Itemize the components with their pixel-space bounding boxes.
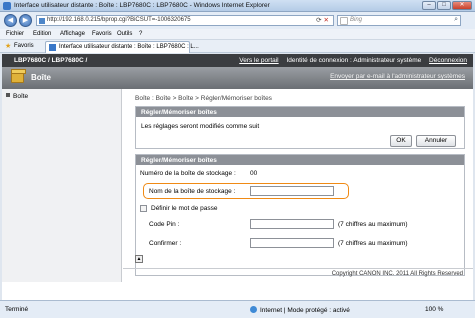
confirm-panel: Régler/Mémoriser boîtes Les réglages ser… (135, 106, 465, 149)
email-admin-link[interactable]: Envoyer par e-mail à l'administrateur sy… (330, 73, 465, 80)
portal-link[interactable]: Vers le portail (239, 57, 278, 64)
set-password-label: Définir le mot de passe (151, 205, 218, 212)
box-settings-panel: Régler/Mémoriser boîtes Numéro de la boî… (135, 154, 465, 276)
zoom-level[interactable]: 100 % (425, 306, 443, 313)
address-toolbar: ◀ ▶ http://192.168.0.215/bprop.cgi?BiCSU… (0, 12, 475, 29)
favorites-bar: ★ Favoris Interface utilisateur distante… (0, 40, 475, 53)
menu-fichier[interactable]: Fichier (6, 31, 24, 37)
login-info: Identité de connexion : Administrateur s… (286, 57, 422, 64)
pin-label: Code Pin : (149, 221, 180, 228)
logout-link[interactable]: Déconnexion (429, 57, 467, 64)
main-area: Boîte : Boîte > Boîte > Régler/Mémoriser… (123, 89, 473, 282)
status-bar: Terminé Internet | Mode protégé : activé… (0, 300, 475, 318)
bing-icon (340, 17, 348, 25)
status-text: Terminé (5, 306, 29, 313)
printer-model: LBP7680C / LBP7680C / (14, 57, 88, 64)
confirm-pin-field[interactable] (250, 238, 334, 248)
menu-affichage[interactable]: Affichage (60, 31, 85, 37)
page-title: Boîte (31, 73, 51, 82)
favorites-star-icon[interactable]: ★ (5, 42, 11, 50)
pin-field[interactable] (250, 219, 334, 229)
search-icon[interactable]: ⌕ (454, 16, 458, 24)
confirm-panel-title: Régler/Mémoriser boîtes (136, 107, 464, 117)
url-text: http://192.168.0.215/bprop.cgi?BiCSUT=-1… (47, 17, 191, 23)
menu-outils[interactable]: Outils (117, 31, 132, 37)
back-button[interactable]: ◀ (4, 14, 17, 27)
globe-icon (250, 306, 257, 313)
refresh-icon[interactable]: ⟳ (316, 17, 323, 24)
sidebar: Boîte (2, 89, 122, 282)
security-zone: Internet | Mode protégé : activé (250, 306, 350, 314)
ie-icon (3, 2, 11, 10)
pin-hint: (7 chiffres au maximum) (338, 221, 408, 228)
sidebar-item-boite[interactable]: Boîte (6, 93, 28, 100)
window-controls: – □ ✕ (422, 1, 472, 10)
sidebar-item-label: Boîte (13, 93, 29, 100)
copyright: Copyright CANON INC. 2011 All Rights Res… (331, 271, 463, 277)
stop-icon[interactable]: ✕ (324, 17, 331, 24)
set-password-checkbox[interactable] (140, 205, 147, 212)
confirm-message: Les réglages seront modifiés comme suit (141, 123, 260, 130)
box-number-value: 00 (250, 170, 258, 177)
breadcrumb: Boîte : Boîte > Boîte > Régler/Mémoriser… (135, 95, 272, 102)
tab-title: Interface utilisateur distante : Boîte :… (59, 44, 199, 50)
search-placeholder: Bing (350, 17, 363, 23)
menu-help[interactable]: ? (139, 31, 142, 37)
printer-bar: LBP7680C / LBP7680C / Vers le portail Id… (2, 54, 473, 67)
url-actions: ⟳✕ (316, 16, 331, 24)
close-button[interactable]: ✕ (452, 1, 472, 10)
window-title: Interface utilisateur distante : Boîte :… (14, 2, 270, 9)
box-name-label: Nom de la boîte de stockage : (149, 188, 236, 195)
box-settings-title: Régler/Mémoriser boîtes (136, 155, 464, 165)
back-to-top-button[interactable]: ▲ (135, 255, 143, 263)
printer-bar-links: Vers le portail Identité de connexion : … (233, 57, 467, 64)
box-icon (11, 69, 26, 83)
search-input[interactable]: Bing ⌕ (337, 15, 461, 26)
menu-favoris[interactable]: Favoris (92, 31, 112, 37)
page-icon (39, 18, 45, 24)
tab-page-icon (49, 44, 56, 51)
footer-divider (123, 268, 473, 269)
url-field[interactable]: http://192.168.0.215/bprop.cgi?BiCSUT=-1… (36, 15, 334, 26)
confirm-pin-hint: (7 chiffres au maximum) (338, 240, 408, 247)
menu-edition[interactable]: Edition (33, 31, 51, 37)
ok-button[interactable]: OK (390, 135, 412, 147)
bullet-icon (6, 93, 10, 97)
confirm-pin-label: Confirmer : (149, 240, 182, 247)
maximize-button[interactable]: □ (437, 1, 451, 10)
zone-text: Internet | Mode protégé : activé (260, 307, 350, 314)
window-titlebar: Interface utilisateur distante : Boîte :… (0, 0, 475, 12)
cancel-button[interactable]: Annuler (416, 135, 456, 147)
box-name-field[interactable] (250, 186, 334, 196)
box-number-label: Numéro de la boîte de stockage : (140, 170, 236, 177)
forward-button[interactable]: ▶ (19, 14, 32, 27)
favorites-button[interactable]: Favoris (14, 43, 34, 49)
minimize-button[interactable]: – (422, 1, 436, 10)
browser-tab[interactable]: Interface utilisateur distante : Boîte :… (45, 41, 199, 53)
page-content: LBP7680C / LBP7680C / Vers le portail Id… (2, 54, 473, 300)
page-header: Boîte Envoyer par e-mail à l'administrat… (2, 67, 473, 89)
menu-bar: Fichier Edition Affichage Favoris Outils… (0, 29, 475, 40)
